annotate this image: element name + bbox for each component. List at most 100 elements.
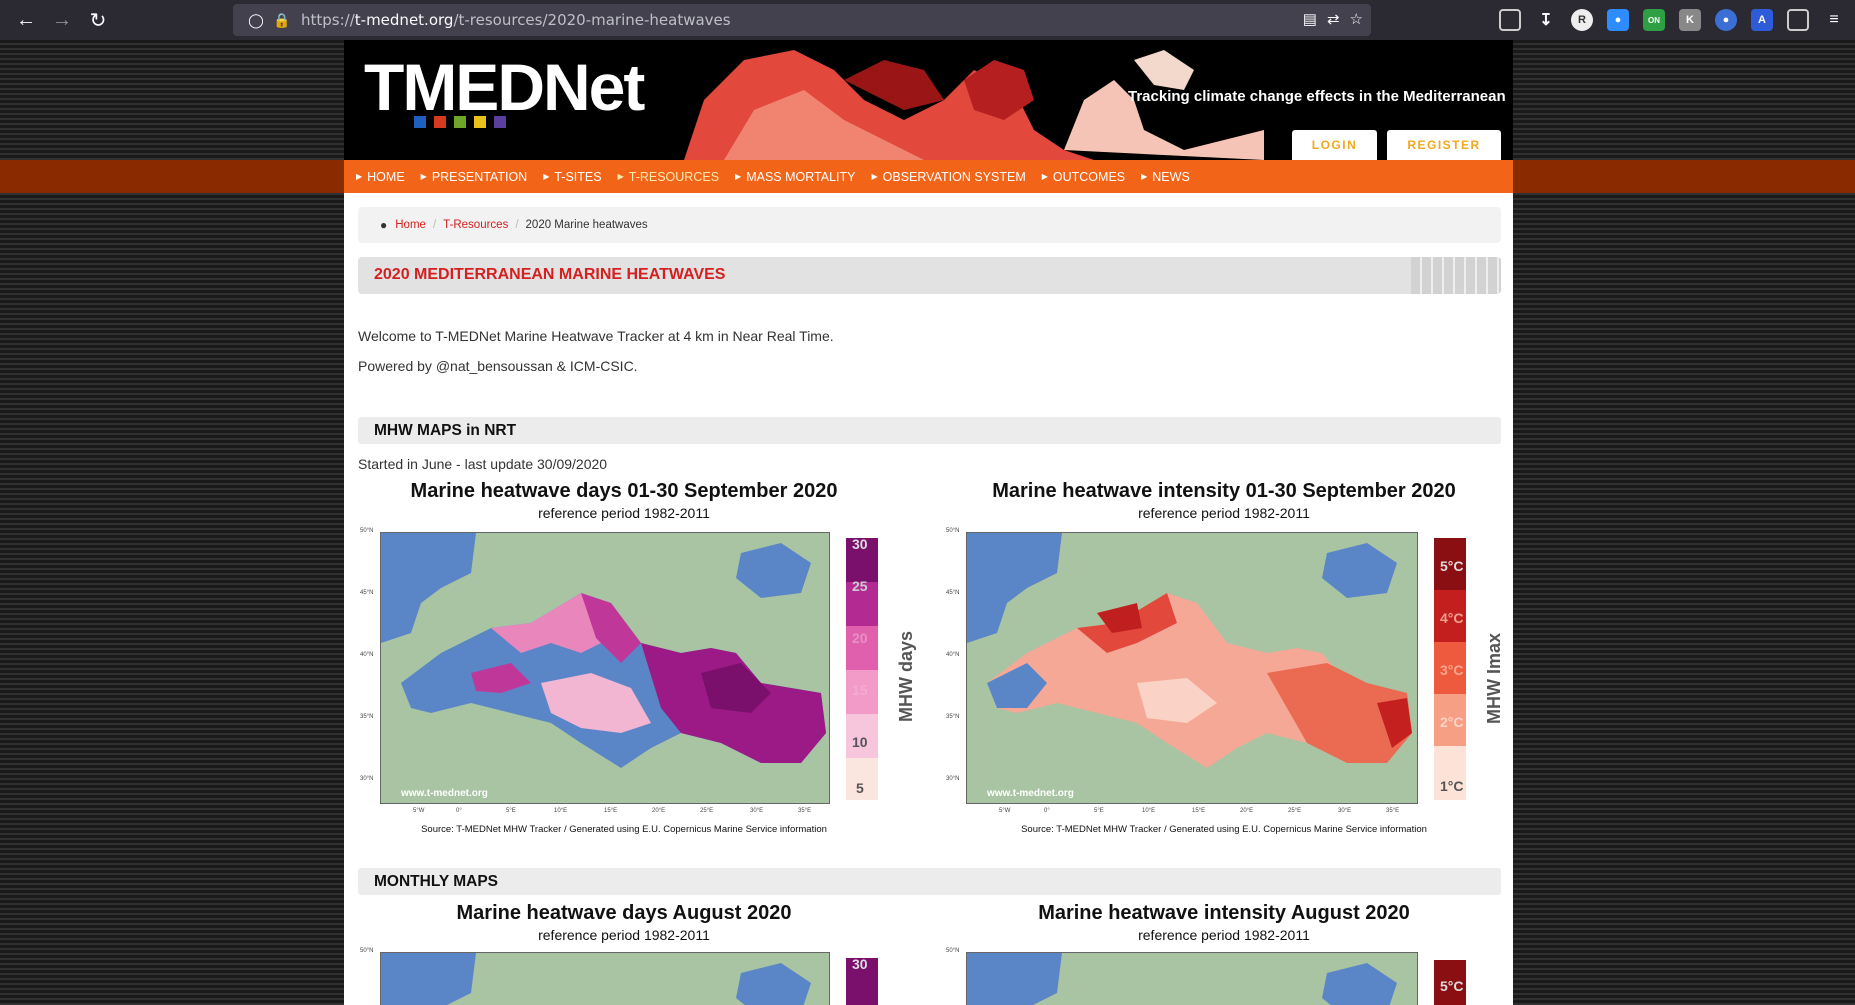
lon-tick: 30°E <box>750 808 764 814</box>
breadcrumb-section-link[interactable]: T-Resources <box>443 219 508 231</box>
browser-toolbar: ← → ↻ ◯ 🔒 https://t-mednet.org/t-resourc… <box>0 0 1855 40</box>
register-button[interactable]: REGISTER <box>1387 130 1501 160</box>
back-icon[interactable]: ← <box>8 2 44 38</box>
reader-extension-icon[interactable] <box>1787 9 1809 31</box>
nrt-note: Started in June - last update 30/09/2020 <box>358 456 608 472</box>
colorbar-label: 5 <box>856 780 864 796</box>
lat-tick: 45°N <box>360 590 374 596</box>
breadcrumb: ● Home / T-Resources / 2020 Marine heatw… <box>358 207 1501 243</box>
figure-subtitle: reference period 1982-2011 <box>538 505 710 521</box>
logo-dot <box>434 116 446 128</box>
colorbar: 30 25 20 15 10 5 <box>846 536 878 800</box>
address-bar[interactable]: ◯ 🔒 https://t-mednet.org/t-resources/202… <box>233 4 1371 36</box>
lat-tick: 35°N <box>360 714 374 720</box>
caret-icon: ▶ <box>356 172 363 181</box>
mhw-intensity-august-map[interactable]: Marine heatwave intensity August 2020 re… <box>944 900 1504 1005</box>
login-button[interactable]: LOGIN <box>1292 130 1377 160</box>
pocket-icon[interactable] <box>1499 9 1521 31</box>
reload-icon[interactable]: ↻ <box>80 2 116 38</box>
colorbar-label: 30 <box>852 956 868 972</box>
lon-tick: 15°E <box>604 808 618 814</box>
menu-icon[interactable]: ≡ <box>1823 9 1845 31</box>
section-header-nrt: MHW MAPS in NRT <box>358 417 1501 444</box>
nav-item-news[interactable]: ▶ NEWS <box>1141 170 1190 184</box>
lon-tick: 5°E <box>1094 808 1104 814</box>
logo-dot <box>414 116 426 128</box>
lat-tick: 30°N <box>946 776 960 782</box>
extension-on-icon[interactable]: ON <box>1643 9 1665 31</box>
nav-item-home[interactable]: ▶ HOME <box>356 170 405 184</box>
lat-tick: 45°N <box>946 590 960 596</box>
lon-tick: 25°E <box>700 808 714 814</box>
extension-k-icon[interactable]: K <box>1679 9 1701 31</box>
site-header: TMEDNet Tracking climate change effects … <box>344 40 1513 160</box>
bookmark-star-icon[interactable]: ☆ <box>1350 10 1363 28</box>
lon-tick: 10°E <box>1142 808 1156 814</box>
figure-title: Marine heatwave intensity 01-30 Septembe… <box>992 480 1456 502</box>
nav-item-t-sites[interactable]: ▶ T-SITES <box>543 170 601 184</box>
colorbar-label: 30 <box>852 536 868 552</box>
nav-item-t-resources[interactable]: ▶ T-RESOURCES <box>618 170 719 184</box>
url-text: https://t-mednet.org/t-resources/2020-ma… <box>301 11 731 29</box>
figure-subtitle: reference period 1982-2011 <box>538 927 710 943</box>
colorbar-label: 15 <box>852 682 868 698</box>
colorbar-label: 4°C <box>1440 610 1464 626</box>
lat-tick: 35°N <box>946 714 960 720</box>
colorbar-title: MHW days <box>896 630 916 722</box>
lon-tick: 0° <box>1044 808 1050 814</box>
reader-view-icon[interactable]: ▤ <box>1303 10 1317 28</box>
site-logo[interactable]: TMEDNet <box>364 54 645 120</box>
map-panel: www.t-mednet.org <box>380 532 830 804</box>
lon-tick: 0° <box>456 808 462 814</box>
lat-tick: 40°N <box>360 652 374 658</box>
nav-item-outcomes[interactable]: ▶ OUTCOMES <box>1042 170 1125 184</box>
nav-item-observation-system[interactable]: ▶ OBSERVATION SYSTEM <box>871 170 1025 184</box>
colorbar-label: 10 <box>852 734 868 750</box>
caret-icon: ▶ <box>1141 172 1148 181</box>
lon-tick: 35°E <box>798 808 812 814</box>
translate-icon[interactable]: ⇄ <box>1327 10 1340 28</box>
map-panel <box>966 952 1418 1005</box>
zoom-extension-icon[interactable]: ● <box>1607 9 1629 31</box>
nav-item-mass-mortality[interactable]: ▶ MASS MORTALITY <box>735 170 855 184</box>
intro-text: Welcome to T-MEDNet Marine Heatwave Trac… <box>358 328 834 344</box>
extension-blue-icon[interactable]: ● <box>1715 9 1737 31</box>
lon-tick: 5°E <box>506 808 516 814</box>
extension-r-icon[interactable]: R <box>1571 9 1593 31</box>
mhw-intensity-september-map[interactable]: Marine heatwave intensity 01-30 Septembe… <box>944 478 1504 838</box>
lon-tick: 5°W <box>413 808 425 814</box>
forward-icon[interactable]: → <box>44 2 80 38</box>
breadcrumb-separator: / <box>515 219 519 231</box>
map-pin-icon: ● <box>380 218 388 232</box>
section-header-monthly: MONTHLY MAPS <box>358 868 1501 895</box>
mhw-days-september-map[interactable]: Marine heatwave days 01-30 September 202… <box>358 478 916 838</box>
lon-tick: 10°E <box>554 808 568 814</box>
logo-dot <box>454 116 466 128</box>
colorbar: 5°C 4°C 3°C 2°C 1°C <box>1434 538 1466 800</box>
lat-tick: 40°N <box>946 652 960 658</box>
figure-title: Marine heatwave days 01-30 September 202… <box>410 480 838 502</box>
caret-icon: ▶ <box>871 172 878 181</box>
powered-by-text: Powered by @nat_bensoussan & ICM-CSIC. <box>358 358 638 374</box>
lon-tick: 30°E <box>1338 808 1352 814</box>
lat-tick: 30°N <box>360 776 374 782</box>
translate-extension-icon[interactable]: A <box>1751 9 1773 31</box>
figure-title: Marine heatwave days August 2020 <box>456 902 792 924</box>
lon-tick: 15°E <box>1192 808 1206 814</box>
section-title: MHW MAPS in NRT <box>374 422 517 439</box>
download-icon[interactable]: ↧ <box>1535 9 1557 31</box>
lon-tick: 20°E <box>652 808 666 814</box>
logo-color-dots <box>414 116 506 128</box>
nav-item-presentation[interactable]: ▶ PRESENTATION <box>421 170 528 184</box>
colorbar-label: 2°C <box>1440 714 1464 730</box>
lon-tick: 5°W <box>999 808 1011 814</box>
mhw-days-august-map[interactable]: Marine heatwave days August 2020 referen… <box>358 900 910 1005</box>
figure-subtitle: reference period 1982-2011 <box>1138 505 1310 521</box>
caret-icon: ▶ <box>1041 172 1048 181</box>
figure-title: Marine heatwave intensity August 2020 <box>1038 902 1410 924</box>
lon-tick: 35°E <box>1386 808 1400 814</box>
breadcrumb-home-link[interactable]: Home <box>395 219 426 231</box>
main-nav: ▶ HOME ▶ PRESENTATION ▶ T-SITES ▶ T-RESOURCE… <box>344 160 1513 193</box>
caret-icon: ▶ <box>420 172 427 181</box>
map-watermark: www.t-mednet.org <box>401 788 488 799</box>
